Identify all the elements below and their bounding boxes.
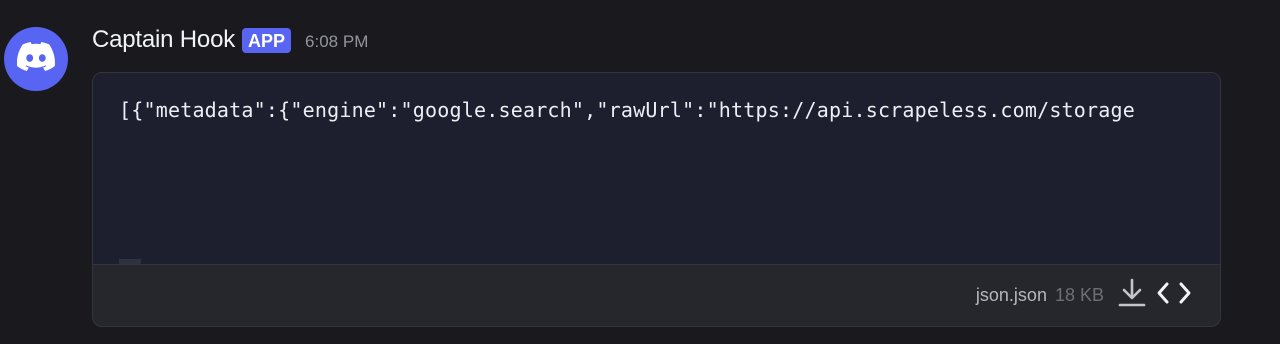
code-preview-text: [{"metadata":{"engine":"google.search","… — [119, 98, 1136, 122]
file-size: 18 KB — [1054, 285, 1104, 305]
timestamp: 6:08 PM — [305, 31, 369, 51]
view-code-button[interactable] — [1154, 278, 1194, 314]
chat-message: Captain Hook APP 6:08 PM [{"metadata":{"… — [0, 0, 1280, 344]
app-badge: APP — [242, 27, 292, 53]
file-name: json.json — [975, 285, 1047, 305]
author-name[interactable]: Captain Hook — [92, 26, 235, 54]
code-preview: [{"metadata":{"engine":"google.search","… — [93, 73, 1220, 265]
download-icon — [1117, 277, 1147, 314]
message-header: Captain Hook APP 6:08 PM — [92, 26, 368, 54]
horizontal-scrollbar[interactable] — [119, 259, 141, 264]
attachment-footer: json.json 18 KB — [93, 265, 1220, 326]
download-button[interactable] — [1114, 278, 1150, 314]
code-icon — [1156, 279, 1192, 312]
discord-logo-icon — [16, 42, 55, 76]
file-attachment: [{"metadata":{"engine":"google.search","… — [92, 72, 1221, 327]
avatar[interactable] — [4, 27, 68, 91]
